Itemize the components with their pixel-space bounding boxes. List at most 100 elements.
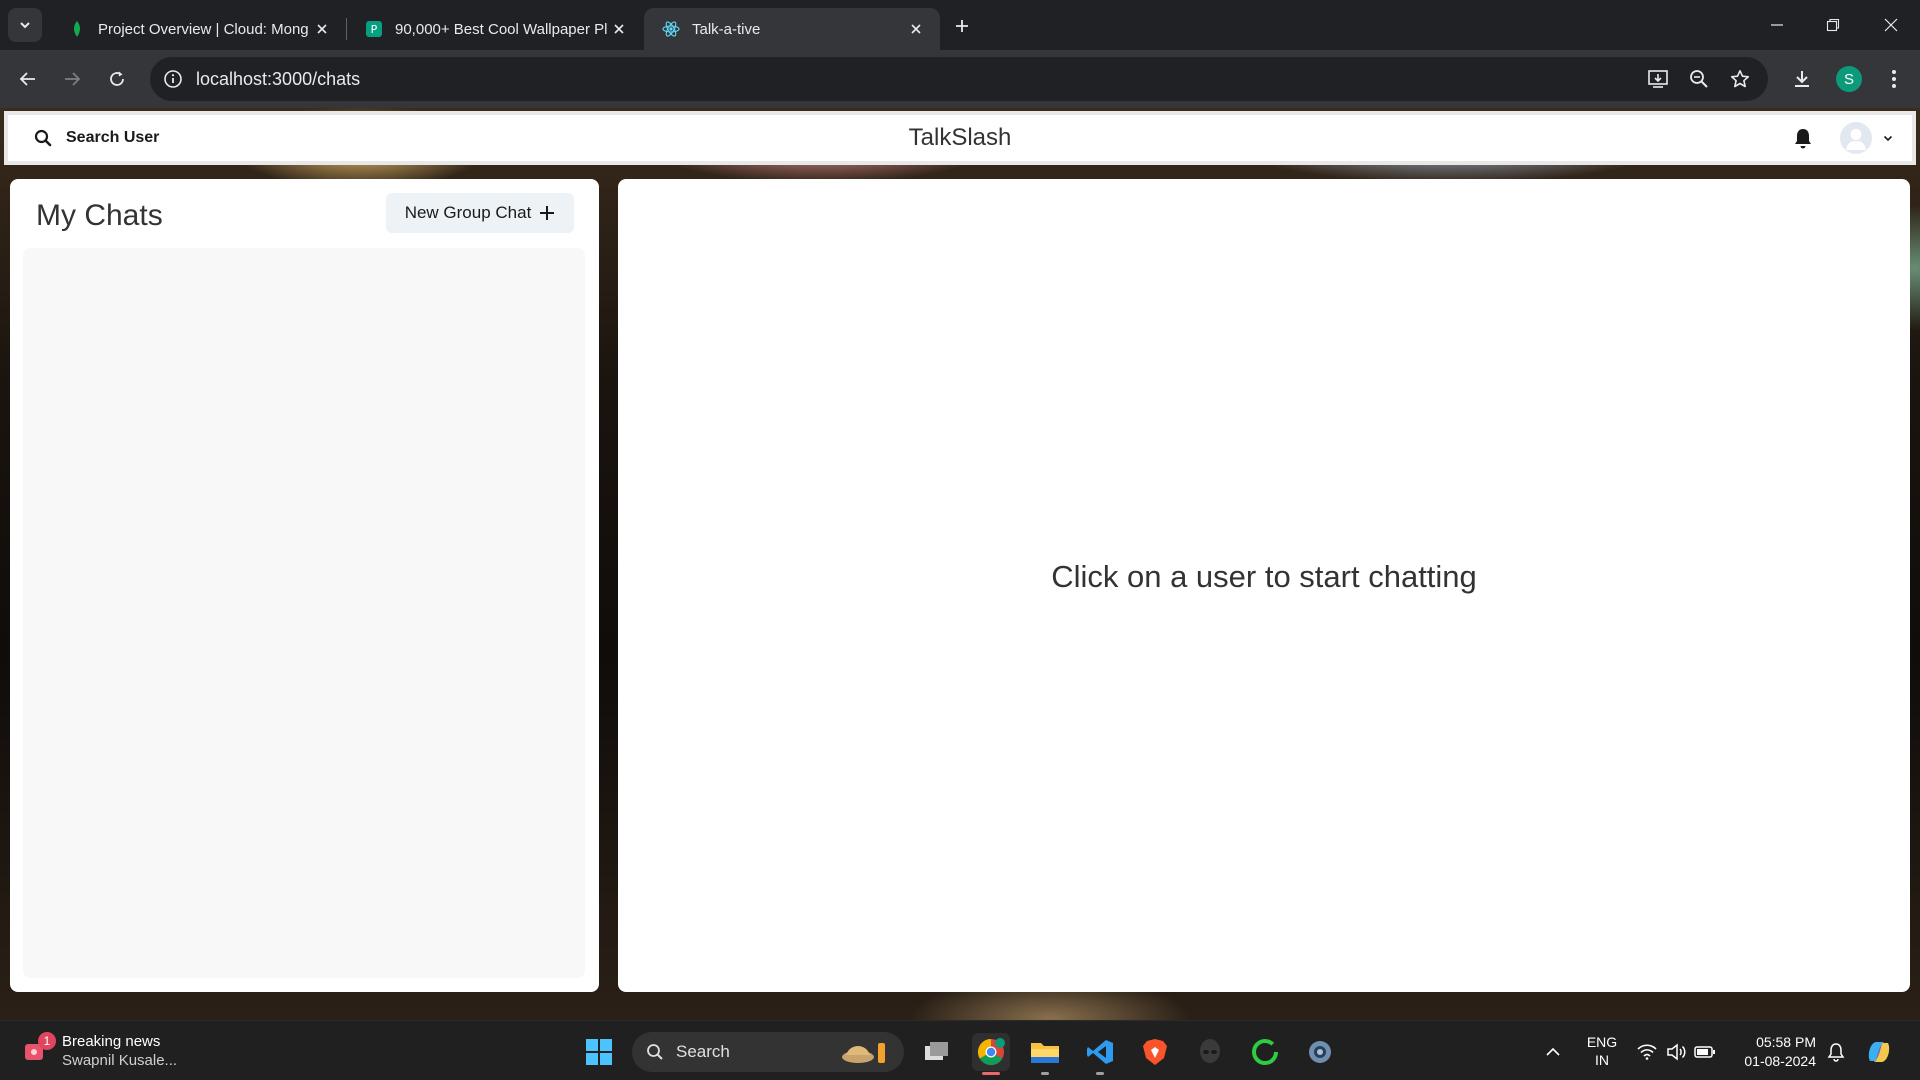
browser-menu-button[interactable] [1880,65,1908,93]
chat-box: Click on a user to start chatting [618,179,1910,992]
chevron-up-icon [1546,1047,1560,1056]
my-chats-panel: My Chats New Group Chat [10,179,599,992]
news-widget-icon: 1 [22,1032,56,1066]
tab-wallpaper[interactable]: P 90,000+ Best Cool Wallpaper Pl [347,8,643,50]
windows-taskbar: 1 Breaking news Swapnil Kusale... Search [0,1020,1920,1080]
taskbar-brave[interactable] [1136,1033,1174,1071]
taskbar-chrome[interactable] [972,1033,1010,1075]
chevron-down-icon [1882,132,1894,144]
user-silhouette-icon [1846,129,1866,150]
my-chats-title: My Chats [36,199,163,232]
close-icon [1884,18,1898,32]
tab-title: Project Overview | Cloud: Mong [98,20,309,38]
browser-toolbar: localhost:3000/chats S [0,50,1920,108]
battery-status[interactable] [1686,1033,1724,1071]
kebab-menu-icon [1892,70,1896,88]
close-icon[interactable] [312,19,332,39]
search-user-label: Search User [66,129,160,146]
chrome-icon [977,1038,1005,1066]
taskbar-alienware[interactable] [1191,1033,1229,1071]
profile-avatar[interactable]: S [1836,66,1862,92]
start-button[interactable] [580,1033,618,1071]
news-title: Breaking news [62,1033,161,1050]
clock-date: 01-08-2024 [1744,1053,1816,1069]
brand-container: TalkSlash [8,124,1912,152]
page-viewport: Search User TalkSlash My Chats New Group… [0,108,1920,1020]
restore-icon [1826,18,1840,32]
new-group-chat-button[interactable]: New Group Chat [386,193,574,233]
system-clock[interactable]: 05:58 PM 01-08-2024 [1732,1033,1816,1071]
copilot-button[interactable] [1860,1033,1898,1071]
close-icon[interactable] [906,19,926,39]
new-group-chat-label: New Group Chat [404,203,532,222]
download-icon [1795,71,1809,87]
restore-button[interactable] [1818,10,1848,40]
downloads-button[interactable] [1788,65,1816,93]
chat-list [23,248,585,978]
tab-search-button[interactable] [8,8,42,42]
folder-icon [1031,1043,1059,1063]
browser-tab-strip: Project Overview | Cloud: Mong P 90,000+… [0,0,1920,50]
taskbar-file-explorer[interactable] [1026,1033,1064,1075]
brave-icon [1143,1039,1167,1065]
app-brand-title: TalkSlash [908,124,1012,151]
close-window-button[interactable] [1876,10,1906,40]
news-subtitle: Swapnil Kusale... [62,1052,178,1069]
close-icon[interactable] [609,19,629,39]
chevron-down-icon [20,22,30,29]
task-view-icon [925,1042,948,1060]
notification-center-button[interactable] [1817,1033,1855,1071]
tab-talk-a-tive[interactable]: Talk-a-tive [644,8,940,50]
news-widget[interactable]: 1 Breaking news Swapnil Kusale... [22,1029,177,1073]
arrow-left-icon [19,72,35,86]
site-info-icon[interactable] [162,68,184,90]
user-avatar [1840,122,1872,154]
news-text: Breaking news Swapnil Kusale... [62,1033,177,1069]
task-view-button[interactable] [918,1033,956,1071]
back-button[interactable] [12,63,44,95]
vscode-icon [1087,1040,1113,1064]
language-code: ENG [1586,1034,1618,1050]
zoom-out-icon [1690,70,1708,88]
address-bar[interactable]: localhost:3000/chats [150,57,1768,101]
gear-icon [1309,1041,1331,1063]
notifications-button[interactable] [1790,125,1816,151]
star-icon [1730,70,1750,88]
tab-mongodb[interactable]: Project Overview | Cloud: Mong [50,8,346,50]
copilot-icon [1868,1042,1890,1062]
show-hidden-icons-button[interactable] [1534,1033,1572,1071]
speaker-icon [1667,1043,1686,1061]
plus-icon [539,205,555,221]
wifi-icon [1637,1044,1657,1060]
new-tab-button[interactable] [948,12,976,40]
plus-icon [956,20,968,32]
windows-logo-icon [586,1039,612,1065]
empty-chat-message-container: Click on a user to start chatting [618,559,1910,595]
clock-time: 05:58 PM [1756,1034,1816,1050]
profile-menu-button[interactable] [1834,119,1900,157]
taskbar-settings[interactable] [1301,1033,1339,1071]
tab-title: Talk-a-tive [692,20,761,38]
search-icon [647,1044,663,1060]
minimize-button[interactable] [1762,10,1792,40]
reload-icon [110,71,124,86]
tab-title: 90,000+ Best Cool Wallpaper Pl [395,20,608,38]
active-indicator [982,1072,1000,1075]
running-indicator [1041,1072,1049,1075]
taskbar-search-label: Search [676,1042,730,1061]
reload-button[interactable] [101,63,133,95]
install-app-button[interactable] [1644,65,1672,93]
language-indicator[interactable]: ENG IN [1584,1033,1620,1069]
bookmark-button[interactable] [1726,65,1754,93]
minimize-icon [1771,24,1783,26]
taskbar-search[interactable]: Search [632,1032,904,1072]
forward-button[interactable] [56,63,88,95]
taskbar-app-ring[interactable] [1246,1033,1284,1071]
region-code: IN [1595,1052,1609,1068]
search-user-button[interactable]: Search User [30,123,163,153]
url-text[interactable]: localhost:3000/chats [196,69,360,90]
zoom-button[interactable] [1685,65,1713,93]
taskbar-vscode[interactable] [1081,1033,1119,1075]
search-icon [34,129,52,147]
react-icon [662,20,680,38]
